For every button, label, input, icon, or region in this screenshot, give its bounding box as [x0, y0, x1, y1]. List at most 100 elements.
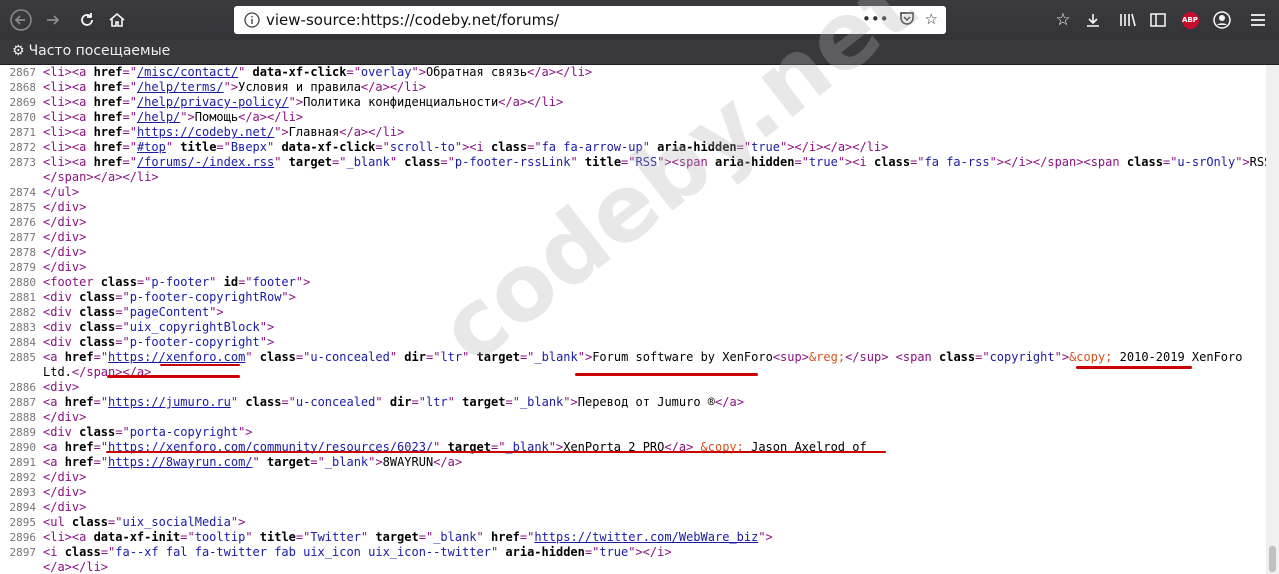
reading-list-icon[interactable]: ☆	[1049, 5, 1077, 35]
forward-icon[interactable]	[38, 5, 68, 35]
abp-badge: ABP	[1181, 11, 1199, 29]
source-token: ltr	[440, 350, 463, 364]
source-token: <li><a	[43, 80, 94, 94]
library-icon[interactable]	[1114, 5, 1142, 35]
source-token: <li><a	[43, 110, 94, 124]
source-token: ="	[115, 290, 130, 304]
menu-icon[interactable]	[1244, 5, 1272, 35]
source-code: <a href="https://8wayrun.com/" target="_…	[43, 455, 462, 470]
scrollbar[interactable]	[1266, 65, 1279, 574]
source-token: _blank	[324, 455, 369, 469]
line-number: 2876	[9, 216, 37, 229]
source-token: "	[389, 155, 405, 169]
source-link[interactable]: https://xenforo.com	[108, 350, 245, 364]
home-icon[interactable]	[102, 5, 132, 35]
line-number: 2897	[9, 546, 37, 559]
source-token: </a>	[715, 395, 744, 409]
source-token: ="	[295, 530, 311, 544]
source-link[interactable]: https://8wayrun.com/	[108, 455, 253, 469]
url-text[interactable]: view-source:https://codeby.net/forums/	[266, 11, 559, 29]
source-link[interactable]: https://twitter.com/WebWare_biz	[534, 530, 758, 544]
source-token: _blank	[433, 530, 477, 544]
source-token: aria-hidden	[657, 140, 737, 154]
source-token: "	[209, 275, 224, 289]
download-icon[interactable]	[1079, 5, 1107, 35]
info-icon[interactable]	[243, 11, 261, 29]
adblock-icon[interactable]: ABP	[1176, 5, 1204, 35]
source-token: ="	[736, 140, 752, 154]
source-link[interactable]: /help/terms/	[137, 80, 224, 94]
source-token: ="	[216, 140, 231, 154]
source-token: </div>	[43, 245, 87, 259]
source-token: class	[245, 395, 282, 409]
scrollbar-thumb[interactable]	[1269, 546, 1276, 572]
source-token: data-xf-click	[281, 140, 376, 154]
source-token: </a></li>	[527, 65, 593, 79]
source-token: overlay	[360, 65, 412, 79]
source-link[interactable]: https://codeby.net/	[137, 125, 274, 139]
bookmark-star-icon[interactable]: ☆	[925, 10, 938, 30]
source-token: tooltip	[194, 530, 246, 544]
source-token: href	[64, 350, 94, 364]
source-token: "	[238, 65, 253, 79]
source-line: 2878 </div>	[0, 245, 1266, 260]
source-token: </a></li>	[498, 95, 564, 109]
source-token: "></i></span><span	[989, 155, 1127, 169]
source-token: u-concealed	[295, 395, 376, 409]
source-token: class	[1126, 155, 1163, 169]
source-token: class	[71, 515, 109, 529]
page-actions-icon[interactable]: •••	[862, 10, 889, 30]
source-link[interactable]: #top	[137, 140, 166, 154]
source-code: <li><a href="/help/terms/">Условия и пра…	[43, 80, 426, 95]
source-code: <div class="porta-copyright">	[43, 425, 253, 440]
source-line: 2882 <div class="pageContent">	[0, 305, 1266, 320]
account-icon[interactable]	[1208, 5, 1236, 35]
source-token: href	[93, 95, 123, 109]
reload-icon[interactable]	[72, 5, 102, 35]
line-number: 2870	[9, 111, 37, 124]
source-token: </sup> <span	[845, 350, 939, 364]
source-token: &copy;	[1069, 350, 1113, 364]
source-token: </div>	[43, 500, 87, 514]
source-token: class	[100, 275, 137, 289]
source-token: data-xf-click	[252, 65, 347, 79]
source-token: href	[491, 530, 520, 544]
source-token: ="	[136, 275, 152, 289]
line-number: 2894	[9, 501, 37, 514]
source-view[interactable]: 2867 <li><a href="/misc/contact/" data-xf…	[0, 65, 1267, 574]
source-link[interactable]: /help/privacy-policy/	[137, 95, 289, 109]
source-token: ="	[1162, 155, 1178, 169]
source-token: "	[447, 395, 463, 409]
source-token: ">	[223, 80, 239, 94]
pocket-icon[interactable]	[899, 10, 915, 30]
source-link[interactable]: /forums/-/index.rss	[137, 155, 274, 169]
url-bar[interactable]: view-source:https://codeby.net/forums/ •…	[234, 6, 946, 34]
source-code: </ul>	[43, 185, 79, 200]
source-token: target	[288, 155, 333, 169]
source-token: title	[180, 140, 217, 154]
source-link[interactable]: https://jumuro.ru	[108, 395, 231, 409]
line-number: 2893	[9, 486, 37, 499]
source-link[interactable]: /help/	[137, 110, 180, 124]
source-token: 8WAYRUN	[382, 455, 434, 469]
line-number: 2884	[9, 336, 37, 349]
source-token: <li><a	[43, 95, 94, 109]
source-token: ">	[1235, 155, 1250, 169]
source-token: <li><a	[43, 125, 94, 139]
source-line: 2893 </div>	[0, 485, 1266, 500]
source-link[interactable]: /misc/contact/	[137, 65, 238, 79]
source-token: ="	[93, 395, 109, 409]
source-token: ">	[180, 110, 195, 124]
source-token: "	[230, 395, 246, 409]
source-token: ="	[238, 275, 253, 289]
source-code: </div>	[43, 410, 86, 425]
back-icon[interactable]	[6, 5, 36, 35]
sidebar-icon[interactable]	[1144, 5, 1172, 35]
source-token: ">	[288, 95, 304, 109]
source-token: &reg;	[808, 350, 846, 364]
source-token: ">	[368, 455, 383, 469]
source-code: <div class="pageContent">	[43, 305, 224, 320]
bookmark-most-visited[interactable]: ⚙ Часто посещаемые	[12, 43, 170, 59]
source-token: "	[245, 530, 260, 544]
line-number: 2875	[9, 201, 37, 214]
